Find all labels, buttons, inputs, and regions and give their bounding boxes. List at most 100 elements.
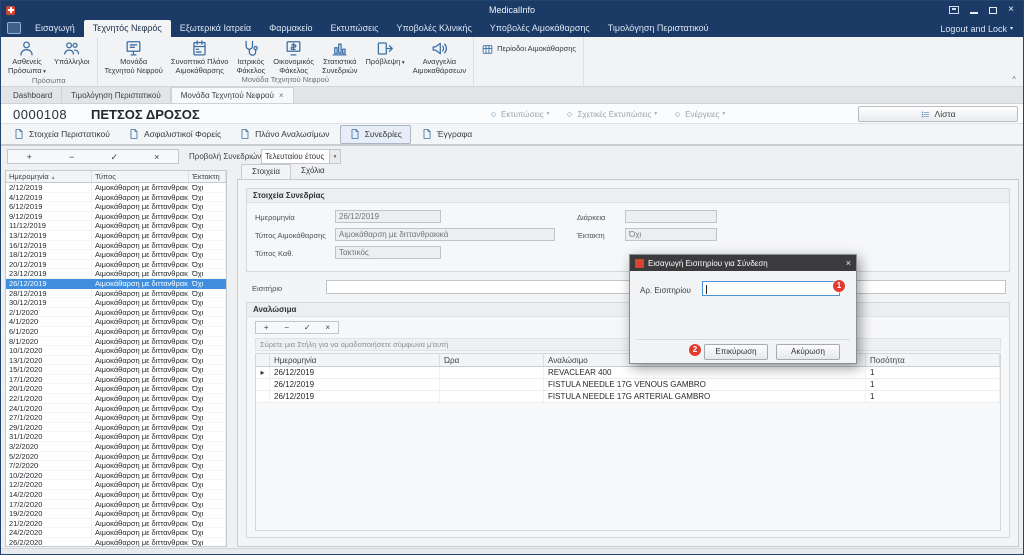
ribbon-button-2-0[interactable]: Περίοδοι Αιμοκάθαρσης <box>477 38 580 56</box>
consumables-column-header-1[interactable]: Ώρα <box>440 354 544 366</box>
close-tab-icon[interactable]: × <box>279 91 284 100</box>
document-tab-1[interactable]: Τιμολόγηση Περιστατικού <box>62 87 171 103</box>
ribbon-button-1-2[interactable]: ΙατρικόςΦάκελος <box>232 38 269 75</box>
consumables-column-header-0[interactable]: Ημερομηνία <box>270 354 440 366</box>
session-row[interactable]: 5/2/2020Αιμοκάθαρση με διττανθρακικάΌχι <box>6 452 226 462</box>
confirm-button[interactable]: ✓ <box>299 323 315 333</box>
ribbon-tab-2[interactable]: Εξωτερικά Ιατρεία <box>171 20 260 37</box>
patient-action-2[interactable]: Ενέργειες▾ <box>673 110 725 119</box>
session-row[interactable]: 14/2/2020Αιμοκάθαρση με διττανθρακικάΌχι <box>6 490 226 500</box>
session-row[interactable]: 4/12/2019Αιμοκάθαρση με διττανθρακικάΌχι <box>6 193 226 203</box>
consumable-row[interactable]: ▸26/12/2019REVACLEAR 4001 <box>256 367 1000 379</box>
cancel-button[interactable]: × <box>320 323 336 333</box>
record-tab-2[interactable]: Πλάνο Αναλωσίμων <box>231 125 337 144</box>
ticket-number-input[interactable] <box>702 281 840 296</box>
patient-action-1[interactable]: Σχετικές Εκτυπώσεις▾ <box>565 110 657 119</box>
collapse-ribbon-icon[interactable]: ^ <box>1012 75 1016 84</box>
ribbon-button-1-4[interactable]: ΣτατιστικάΣυνεδριών <box>318 38 362 75</box>
ribbon-tab-6[interactable]: Υποβολές Αιμοκάθαρσης <box>481 20 599 37</box>
close-icon[interactable]: × <box>1008 5 1014 15</box>
remove-button[interactable]: − <box>279 323 295 333</box>
sessions-column-header-2[interactable]: Έκτακτη <box>189 171 226 182</box>
patient-action-0[interactable]: Εκτυπώσεις▾ <box>489 110 549 119</box>
session-row[interactable]: 27/1/2020Αιμοκάθαρση με διττανθρακικάΌχι <box>6 413 226 423</box>
session-row[interactable]: 17/1/2020Αιμοκάθαρση με διττανθρακικάΌχι <box>6 375 226 385</box>
consumable-row[interactable]: 26/12/2019FISTULA NEEDLE 17G VENOUS GAMB… <box>256 379 1000 391</box>
remove-button[interactable]: − <box>62 151 82 163</box>
ribbon-button-1-6[interactable]: ΑναγγελίαΑιμοκαθάρσεων <box>409 38 471 75</box>
ribbon-tab-7[interactable]: Τιμολόγηση Περιστατικού <box>599 20 718 37</box>
date-field[interactable]: 26/12/2019 <box>335 210 441 223</box>
record-tab-0[interactable]: Στοιχεία Περιστατικού <box>5 125 118 144</box>
add-button[interactable]: + <box>258 323 274 333</box>
tab-details[interactable]: Στοιχεία <box>241 164 291 179</box>
session-row[interactable]: 30/12/2019Αιμοκάθαρση με διττανθρακικάΌχ… <box>6 298 226 308</box>
session-row[interactable]: 26/12/2019Αιμοκάθαρση με διττανθρακικάΌχ… <box>6 279 226 289</box>
add-button[interactable]: + <box>19 151 39 163</box>
session-row[interactable]: 12/2/2020Αιμοκάθαρση με διττανθρακικάΌχι <box>6 480 226 490</box>
session-row[interactable]: 26/2/2020Αιμοκάθαρση με διττανθρακικάΌχι <box>6 538 226 547</box>
ribbon-options-icon[interactable] <box>949 6 959 14</box>
session-row[interactable]: 24/2/2020Αιμοκάθαρση με διττανθρακικάΌχι <box>6 528 226 538</box>
session-row[interactable]: 20/1/2020Αιμοκάθαρση με διττανθρακικάΌχι <box>6 384 226 394</box>
ribbon-button-1-0[interactable]: ΜονάδαΤεχνητού Νεφρού <box>101 38 167 75</box>
list-button[interactable]: Λίστα <box>858 106 1018 122</box>
dialysis-type-field[interactable]: Αιμοκάθαρση με διττανθρακικά <box>335 228 555 241</box>
session-row[interactable]: 20/12/2019Αιμοκάθαρση με διττανθρακικάΌχ… <box>6 260 226 270</box>
session-row[interactable]: 21/2/2020Αιμοκάθαρση με διττανθρακικάΌχι <box>6 519 226 529</box>
session-row[interactable]: 8/1/2020Αιμοκάθαρση με διττανθρακικάΌχι <box>6 337 226 347</box>
maximize-icon[interactable] <box>989 7 997 14</box>
consumables-column-header-3[interactable]: Ποσότητα <box>866 354 1000 366</box>
cancel-button[interactable]: × <box>147 151 167 163</box>
session-row[interactable]: 17/2/2020Αιμοκάθαρση με διττανθρακικάΌχι <box>6 500 226 510</box>
ribbon-tab-4[interactable]: Εκτυπώσεις <box>322 20 388 37</box>
duration-field[interactable] <box>625 210 717 223</box>
sessions-view-dropdown[interactable]: Τελευταίου έτους ▾ <box>261 149 341 164</box>
ribbon-tab-3[interactable]: Φαρμακείο <box>260 20 321 37</box>
session-row[interactable]: 11/12/2019Αιμοκάθαρση με διττανθρακικάΌχ… <box>6 221 226 231</box>
session-row[interactable]: 6/1/2020Αιμοκάθαρση με διττανθρακικάΌχι <box>6 327 226 337</box>
app-menu-icon[interactable] <box>7 22 21 34</box>
ribbon-tab-1[interactable]: Τεχνητός Νεφρός <box>84 20 171 37</box>
session-row[interactable]: 18/12/2019Αιμοκάθαρση με διττανθρακικάΌχ… <box>6 250 226 260</box>
session-row[interactable]: 3/2/2020Αιμοκάθαρση με διττανθρακικάΌχι <box>6 442 226 452</box>
session-row[interactable]: 16/12/2019Αιμοκάθαρση με διττανθρακικάΌχ… <box>6 241 226 251</box>
consumable-row[interactable]: 26/12/2019FISTULA NEEDLE 17G ARTERIAL GA… <box>256 391 1000 403</box>
chevron-down-icon[interactable]: ▾ <box>329 150 340 163</box>
session-row[interactable]: 10/1/2020Αιμοκάθαρση με διττανθρακικάΌχι <box>6 346 226 356</box>
session-row[interactable]: 13/12/2019Αιμοκάθαρση με διττανθρακικάΌχ… <box>6 231 226 241</box>
minimize-icon[interactable] <box>970 7 978 14</box>
tab-comments[interactable]: Σχόλια <box>291 164 335 179</box>
ribbon-tab-5[interactable]: Υποβολές Κλινικής <box>388 20 481 37</box>
session-row[interactable]: 7/2/2020Αιμοκάθαρση με διττανθρακικάΌχι <box>6 461 226 471</box>
ribbon-button-1-5[interactable]: Πρόβλεψη ▾ <box>362 38 409 68</box>
ribbon-button-0-0[interactable]: ΑσθενείςΠρόσωπα ▾ <box>4 38 50 76</box>
ribbon-tab-0[interactable]: Εισαγωγή <box>26 20 84 37</box>
sessions-column-header-1[interactable]: Τύπος <box>92 171 189 182</box>
document-tab-2[interactable]: Μονάδα Τεχνητού Νεφρού× <box>171 87 294 103</box>
sessions-column-header-0[interactable]: Ημερομηνία▲ <box>6 171 92 182</box>
session-row[interactable]: 22/1/2020Αιμοκάθαρση με διττανθρακικάΌχι <box>6 394 226 404</box>
cancel-button[interactable]: Ακύρωση <box>776 344 840 360</box>
session-row[interactable]: 13/1/2020Αιμοκάθαρση με διττανθρακικάΌχι <box>6 356 226 366</box>
session-row[interactable]: 9/12/2019Αιμοκάθαρση με διττανθρακικάΌχι <box>6 212 226 222</box>
session-row[interactable]: 29/1/2020Αιμοκάθαρση με διττανθρακικάΌχι <box>6 423 226 433</box>
session-row[interactable]: 19/2/2020Αιμοκάθαρση με διττανθρακικάΌχι <box>6 509 226 519</box>
emergency-field[interactable]: Όχι <box>625 228 717 241</box>
session-row[interactable]: 10/2/2020Αιμοκάθαρση με διττανθρακικάΌχι <box>6 471 226 481</box>
session-row[interactable]: 31/1/2020Αιμοκάθαρση με διττανθρακικάΌχι <box>6 432 226 442</box>
record-tab-1[interactable]: Ασφαλιστικοί Φορείς <box>120 125 229 144</box>
dialog-close-icon[interactable]: × <box>846 258 851 268</box>
session-row[interactable]: 6/12/2019Αιμοκάθαρση με διττανθρακικάΌχι <box>6 202 226 212</box>
ribbon-button-1-3[interactable]: ΟικονομικόςΦάκελος <box>269 38 318 75</box>
session-row[interactable]: 23/12/2019Αιμοκάθαρση με διττανθρακικάΌχ… <box>6 269 226 279</box>
record-tab-4[interactable]: Έγγραφα <box>413 125 480 144</box>
confirm-button[interactable]: Επικύρωση <box>704 344 768 360</box>
session-row[interactable]: 2/12/2019Αιμοκάθαρση με διττανθρακικάΌχι <box>6 183 226 193</box>
logout-and-lock-button[interactable]: Logout and Lock ▾ <box>940 20 1023 37</box>
record-tab-3[interactable]: Συνεδρίες <box>340 125 411 144</box>
session-row[interactable]: 4/1/2020Αιμοκάθαρση με διττανθρακικάΌχι <box>6 317 226 327</box>
session-row[interactable]: 2/1/2020Αιμοκάθαρση με διττανθρακικάΌχι <box>6 308 226 318</box>
session-row[interactable]: 28/12/2019Αιμοκάθαρση με διττανθρακικάΌχ… <box>6 289 226 299</box>
ribbon-button-1-1[interactable]: Συνοπτικό ΠλάνοΑιμοκάθαρσης <box>167 38 233 75</box>
